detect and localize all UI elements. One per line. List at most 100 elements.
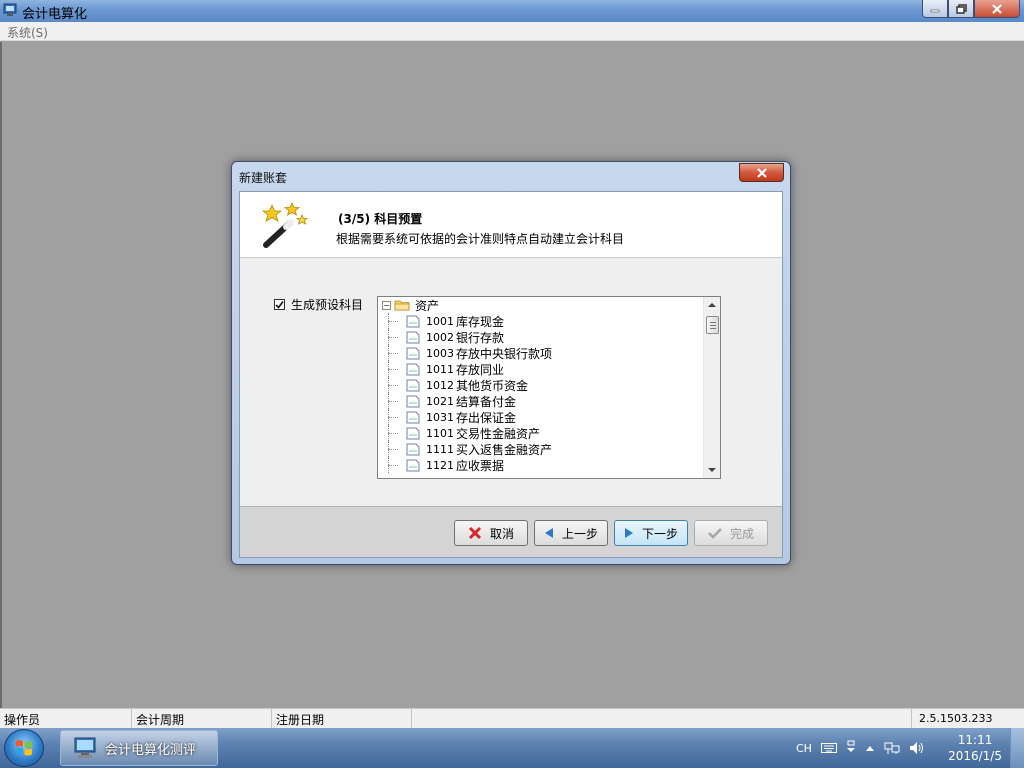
- taskbar-clock[interactable]: 11:11 2016/1/5: [948, 732, 1002, 764]
- account-code: 1101: [426, 426, 454, 440]
- windows-logo-icon: [16, 740, 32, 756]
- finish-label: 完成: [729, 526, 754, 541]
- generate-preset-checkbox[interactable]: [274, 299, 285, 310]
- dialog-body: (3/5) 科目预置 根据需要系统可依据的会计准则特点自动建立会计科目 生成预设…: [239, 191, 783, 558]
- account-tree-rows: − 资产 1001 库存现金 1002 银行存款 1003 存放中央银行款项 1011 存放同…: [378, 297, 704, 473]
- taskbar-app-item[interactable]: 会计电算化测评: [60, 730, 218, 766]
- scroll-down-arrow-icon[interactable]: [708, 468, 716, 472]
- tree-item[interactable]: 1031 存出保证金: [378, 409, 704, 425]
- network-icon[interactable]: [884, 741, 900, 755]
- options-icon[interactable]: [846, 740, 856, 756]
- tree-item[interactable]: 1002 银行存款: [378, 329, 704, 345]
- step-description: 根据需要系统可依据的会计准则特点自动建立会计科目: [336, 232, 625, 246]
- keyboard-icon[interactable]: [820, 742, 837, 754]
- document-icon: [406, 363, 420, 375]
- minimize-icon: [930, 9, 940, 12]
- account-name: 库存现金: [456, 314, 505, 329]
- tree-connector: [388, 313, 389, 329]
- cancel-button[interactable]: 取消: [454, 520, 528, 546]
- check-icon: [708, 528, 722, 539]
- tree-root[interactable]: − 资产: [378, 297, 704, 313]
- scroll-up-arrow-icon[interactable]: [708, 303, 716, 307]
- close-icon: [992, 3, 1002, 14]
- account-code: 1011: [426, 362, 454, 376]
- document-icon: [406, 395, 420, 407]
- account-code: 1012: [426, 378, 454, 392]
- wizard-content: 生成预设科目 − 资产 1001 库存现金 1002 银行存款 1003 存放中央银行款项…: [240, 258, 782, 506]
- tree-item[interactable]: 1101 交易性金融资产: [378, 425, 704, 441]
- taskbar: 会计电算化测评 CH 11:11 2016/1/5: [0, 728, 1024, 768]
- minimize-button[interactable]: [922, 0, 948, 18]
- arrow-right-icon: [624, 528, 633, 538]
- menu-bar: 系统(S): [0, 22, 1024, 41]
- document-icon: [406, 427, 420, 439]
- tree-scrollbar[interactable]: [703, 297, 720, 478]
- taskbar-app-label: 会计电算化测评: [105, 742, 197, 758]
- status-bar: 操作员 会计周期 注册日期 2.5.1503.233: [0, 708, 1024, 728]
- system-tray: CH: [796, 728, 934, 768]
- folder-icon: [394, 300, 410, 311]
- account-name: 存放同业: [456, 362, 505, 377]
- close-button[interactable]: [974, 0, 1020, 18]
- wizard-footer: 取消 上一步 下一步 完成: [240, 506, 782, 557]
- generate-preset-label: 生成预设科目: [291, 298, 364, 312]
- show-desktop-button[interactable]: [1010, 728, 1024, 768]
- tree-connector: [388, 441, 389, 457]
- status-empty: [412, 709, 912, 728]
- account-name: 结算备付金: [456, 394, 517, 409]
- close-icon: [756, 167, 767, 178]
- tree-branch-line: [388, 368, 398, 370]
- tree-branch-line: [388, 320, 398, 322]
- account-code: 1001: [426, 314, 454, 328]
- account-name: 存出保证金: [456, 410, 517, 425]
- checkmark-icon: [275, 301, 284, 309]
- account-code: 1111: [426, 442, 454, 456]
- start-button[interactable]: [4, 729, 44, 767]
- tree-branch-line: [388, 400, 398, 402]
- tree-item[interactable]: 1021 结算备付金: [378, 393, 704, 409]
- menu-system[interactable]: 系统(S): [7, 24, 48, 41]
- tree-connector: [388, 409, 389, 425]
- tree-item[interactable]: 1121 应收票据: [378, 457, 704, 473]
- scroll-thumb[interactable]: [706, 316, 719, 334]
- tray-expand-icon[interactable]: [865, 743, 875, 753]
- finish-button[interactable]: 完成: [694, 520, 768, 546]
- document-icon: [406, 347, 420, 359]
- window-title: 会计电算化: [22, 7, 88, 22]
- window-controls: [922, 0, 1020, 18]
- account-code: 1021: [426, 394, 454, 408]
- wizard-header: (3/5) 科目预置 根据需要系统可依据的会计准则特点自动建立会计科目: [240, 192, 782, 258]
- tree-connector: [388, 377, 389, 393]
- account-name: 其他货币资金: [456, 378, 529, 393]
- account-tree[interactable]: − 资产 1001 库存现金 1002 银行存款 1003 存放中央银行款项 1011 存放同…: [377, 296, 721, 479]
- volume-icon[interactable]: [909, 741, 925, 755]
- magic-wand-icon: [261, 202, 309, 248]
- document-icon: [406, 315, 420, 327]
- prev-button[interactable]: 上一步: [534, 520, 608, 546]
- document-icon: [406, 379, 420, 391]
- input-language[interactable]: CH: [796, 742, 812, 755]
- account-name: 存放中央银行款项: [456, 346, 553, 361]
- document-icon: [406, 331, 420, 343]
- next-button[interactable]: 下一步: [614, 520, 688, 546]
- app-icon: [3, 3, 17, 16]
- collapse-icon[interactable]: −: [382, 300, 391, 310]
- tree-connector: [388, 457, 389, 473]
- dialog-close-button[interactable]: [739, 163, 784, 182]
- tree-branch-line: [388, 352, 398, 354]
- tree-connector: [388, 345, 389, 361]
- generate-preset-checkbox-row[interactable]: 生成预设科目: [274, 296, 363, 313]
- tree-connector: [388, 425, 389, 441]
- tree-connector: [388, 393, 389, 409]
- tree-item[interactable]: 1011 存放同业: [378, 361, 704, 377]
- restore-button[interactable]: [948, 0, 974, 18]
- tree-connector: [388, 329, 389, 345]
- account-name: 银行存款: [456, 330, 505, 345]
- tree-item[interactable]: 1111 买入返售金融资产: [378, 441, 704, 457]
- tree-item[interactable]: 1003 存放中央银行款项: [378, 345, 704, 361]
- restore-icon: [955, 3, 967, 14]
- tree-item[interactable]: 1012 其他货币资金: [378, 377, 704, 393]
- account-name: 买入返售金融资产: [456, 442, 553, 457]
- cancel-x-icon: [468, 526, 482, 540]
- tree-item[interactable]: 1001 库存现金: [378, 313, 704, 329]
